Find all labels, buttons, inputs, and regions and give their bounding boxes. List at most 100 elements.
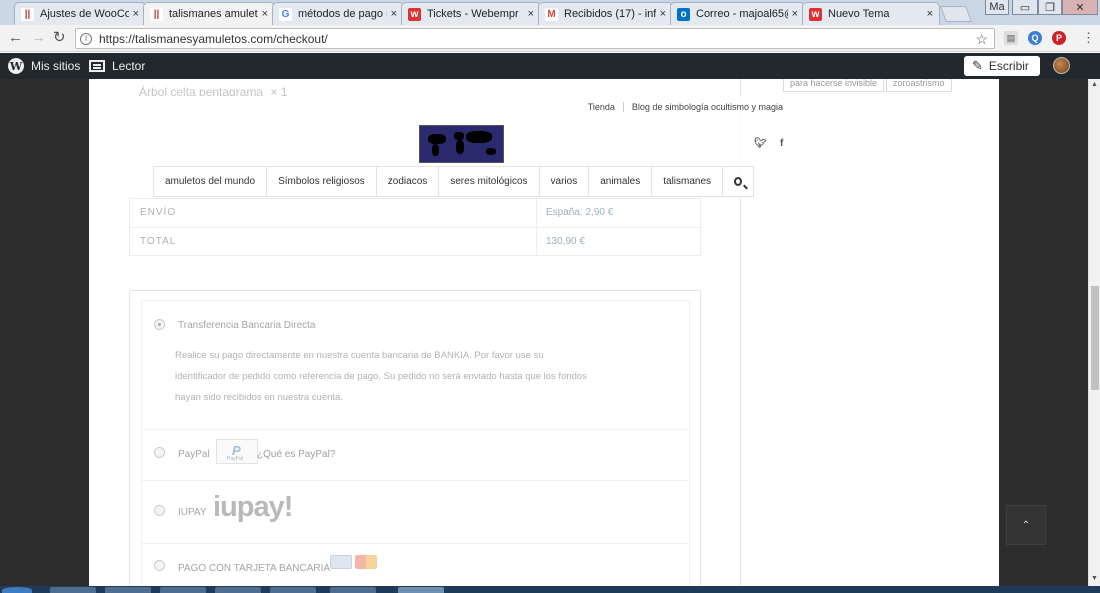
profile-button[interactable]: Ma bbox=[985, 0, 1009, 15]
reader-menu[interactable]: Lector bbox=[89, 53, 145, 79]
browser-tab-gmail[interactable]: M Recibidos (17) - info × bbox=[538, 2, 673, 25]
back-icon[interactable]: ← bbox=[8, 30, 23, 46]
iupay-radio[interactable] bbox=[154, 505, 165, 516]
sidebar-tag[interactable]: para hacerse invisible bbox=[783, 79, 885, 92]
bank-label[interactable]: Transferencia Bancaria Directa bbox=[178, 320, 315, 331]
scrollbar-thumb[interactable] bbox=[1091, 286, 1099, 390]
reload-icon[interactable]: ↻ bbox=[53, 30, 66, 46]
wp-admin-bar: W Mis sitios Lector ✎ Escribir bbox=[0, 53, 1100, 79]
browser-toolbar: ← → ↻ i https://talismanesyamuletos.com/… bbox=[0, 25, 1100, 52]
taskbar-app[interactable] bbox=[50, 587, 96, 593]
close-icon[interactable]: × bbox=[660, 8, 666, 20]
scroll-to-top-button[interactable]: ⌃ bbox=[1006, 505, 1046, 545]
taskbar-app[interactable] bbox=[270, 587, 316, 593]
extension-icon[interactable]: ▤ bbox=[1004, 31, 1018, 45]
shipping-row: ENVÍO España: 2,90 € bbox=[130, 198, 700, 227]
taskbar-app[interactable] bbox=[160, 587, 206, 593]
nav-item-seres[interactable]: seres mitológicos bbox=[438, 167, 538, 196]
logo-continent bbox=[486, 148, 496, 155]
close-icon[interactable]: × bbox=[133, 8, 139, 20]
facebook-icon[interactable]: f bbox=[780, 138, 783, 149]
divider bbox=[622, 102, 624, 112]
page-scrollbar[interactable]: ▲ ▼ bbox=[1088, 79, 1100, 586]
avatar[interactable] bbox=[1053, 57, 1070, 74]
logo-continent bbox=[432, 144, 439, 156]
wordpress-icon: W bbox=[8, 58, 24, 74]
taskbar-app[interactable] bbox=[330, 587, 376, 593]
nav-search-button[interactable] bbox=[722, 167, 755, 196]
start-button[interactable] bbox=[2, 587, 32, 593]
sidebar-tag[interactable]: zoroastrismo bbox=[886, 79, 952, 92]
total-row: TOTAL 130,90 € bbox=[130, 227, 700, 256]
my-sites-menu[interactable]: W Mis sitios bbox=[8, 53, 80, 79]
logo-continent bbox=[454, 132, 464, 140]
reader-icon bbox=[89, 60, 105, 72]
payment-methods: Transferencia Bancaria Directa Realice s… bbox=[129, 290, 701, 586]
pinterest-icon[interactable]: P bbox=[1052, 31, 1066, 45]
paypal-label[interactable]: PayPal bbox=[178, 449, 210, 460]
nav-item-zodiacos[interactable]: zodiacos bbox=[375, 167, 438, 196]
card-radio[interactable] bbox=[154, 560, 165, 571]
write-button[interactable]: ✎ Escribir bbox=[964, 56, 1040, 76]
visa-icon bbox=[330, 555, 352, 569]
page-viewport: Árbol celta pentagrama × 1 para hacerse … bbox=[0, 79, 1088, 586]
nav-item-simbolos[interactable]: Símbolos religiosos bbox=[266, 167, 376, 196]
my-sites-label: Mis sitios bbox=[31, 59, 81, 73]
browser-tab-google[interactable]: G métodos de pago n × bbox=[272, 2, 404, 25]
close-icon[interactable]: × bbox=[262, 8, 268, 20]
bank-radio[interactable] bbox=[154, 319, 165, 330]
top-link-shop[interactable]: Tienda bbox=[588, 102, 615, 112]
google-icon: G bbox=[279, 7, 292, 21]
browser-tab-woocommerce[interactable]: || Ajustes de WooCom × bbox=[14, 2, 146, 25]
menu-icon[interactable]: ⋮ bbox=[1082, 30, 1095, 46]
logo-continent bbox=[428, 134, 446, 144]
close-icon[interactable]: × bbox=[391, 8, 397, 20]
payment-method-iupay[interactable]: IUPAY iupay! bbox=[141, 481, 690, 544]
browser-tab-talismanes[interactable]: || talismanes amuleto × bbox=[143, 2, 275, 25]
search-icon bbox=[734, 177, 743, 186]
twitter-icon[interactable]: 🐦︎ bbox=[754, 138, 767, 149]
what-is-paypal-link[interactable]: ¿Qué es PayPal? bbox=[257, 449, 335, 460]
logo-continent bbox=[466, 131, 492, 143]
webempresa-icon: w bbox=[408, 7, 421, 21]
payment-method-card[interactable]: PAGO CON TARJETA BANCARIA bbox=[141, 544, 690, 586]
payment-method-bank[interactable]: Transferencia Bancaria Directa Realice s… bbox=[141, 300, 690, 430]
window-close-button[interactable]: ✕ bbox=[1062, 0, 1098, 15]
browser-tab-tickets[interactable]: w Tickets - Webempr × bbox=[401, 2, 541, 25]
iupay-logo: iupay! bbox=[213, 491, 293, 523]
taskbar-app[interactable] bbox=[215, 587, 261, 593]
iupay-label[interactable]: IUPAY bbox=[178, 507, 207, 518]
address-bar[interactable]: i https://talismanesyamuletos.com/checko… bbox=[75, 28, 995, 49]
logo-continent bbox=[456, 140, 464, 154]
extension-search-icon[interactable]: Q bbox=[1028, 31, 1042, 45]
bookmark-star-icon[interactable]: ☆ bbox=[975, 31, 988, 48]
nav-item-talismanes[interactable]: talismanes bbox=[651, 167, 722, 196]
maximize-button[interactable]: ❐ bbox=[1038, 0, 1062, 15]
scroll-up-arrow-icon[interactable]: ▲ bbox=[1091, 81, 1098, 88]
close-icon[interactable]: × bbox=[927, 8, 933, 20]
nav-item-varios[interactable]: varios bbox=[538, 167, 589, 196]
decorative-dot bbox=[875, 371, 877, 373]
taskbar-app[interactable] bbox=[398, 587, 444, 593]
main-navigation: amuletos del mundo Símbolos religiosos z… bbox=[153, 166, 755, 197]
scroll-down-arrow-icon[interactable]: ▼ bbox=[1091, 575, 1098, 582]
card-label[interactable]: PAGO CON TARJETA BANCARIA bbox=[178, 563, 330, 574]
top-link-blog[interactable]: Blog de simbología ocultismo y magia bbox=[632, 102, 783, 112]
close-icon[interactable]: × bbox=[792, 8, 798, 20]
reader-label: Lector bbox=[112, 59, 146, 73]
info-icon[interactable]: i bbox=[80, 32, 92, 45]
url-text[interactable]: https://talismanesyamuletos.com/checkout… bbox=[99, 32, 328, 46]
minimize-button[interactable]: ▭ bbox=[1012, 0, 1038, 15]
nav-item-amuletos[interactable]: amuletos del mundo bbox=[153, 167, 266, 196]
taskbar-app[interactable] bbox=[105, 587, 151, 593]
forward-icon[interactable]: → bbox=[31, 30, 46, 46]
payment-method-paypal[interactable]: PayPal P PayPal ¿Qué es PayPal? bbox=[141, 430, 690, 481]
close-icon[interactable]: × bbox=[528, 8, 534, 20]
site-logo[interactable] bbox=[419, 125, 504, 163]
browser-tab-outlook[interactable]: o Correo - majoal65@ × bbox=[670, 2, 805, 25]
browser-tab-nuevo-tema[interactable]: w Nuevo Tema × bbox=[802, 2, 940, 25]
new-tab-button[interactable] bbox=[940, 6, 972, 22]
browser-tabstrip: || Ajustes de WooCom × || talismanes amu… bbox=[0, 0, 1100, 25]
paypal-radio[interactable] bbox=[154, 447, 165, 458]
nav-item-animales[interactable]: animales bbox=[588, 167, 651, 196]
